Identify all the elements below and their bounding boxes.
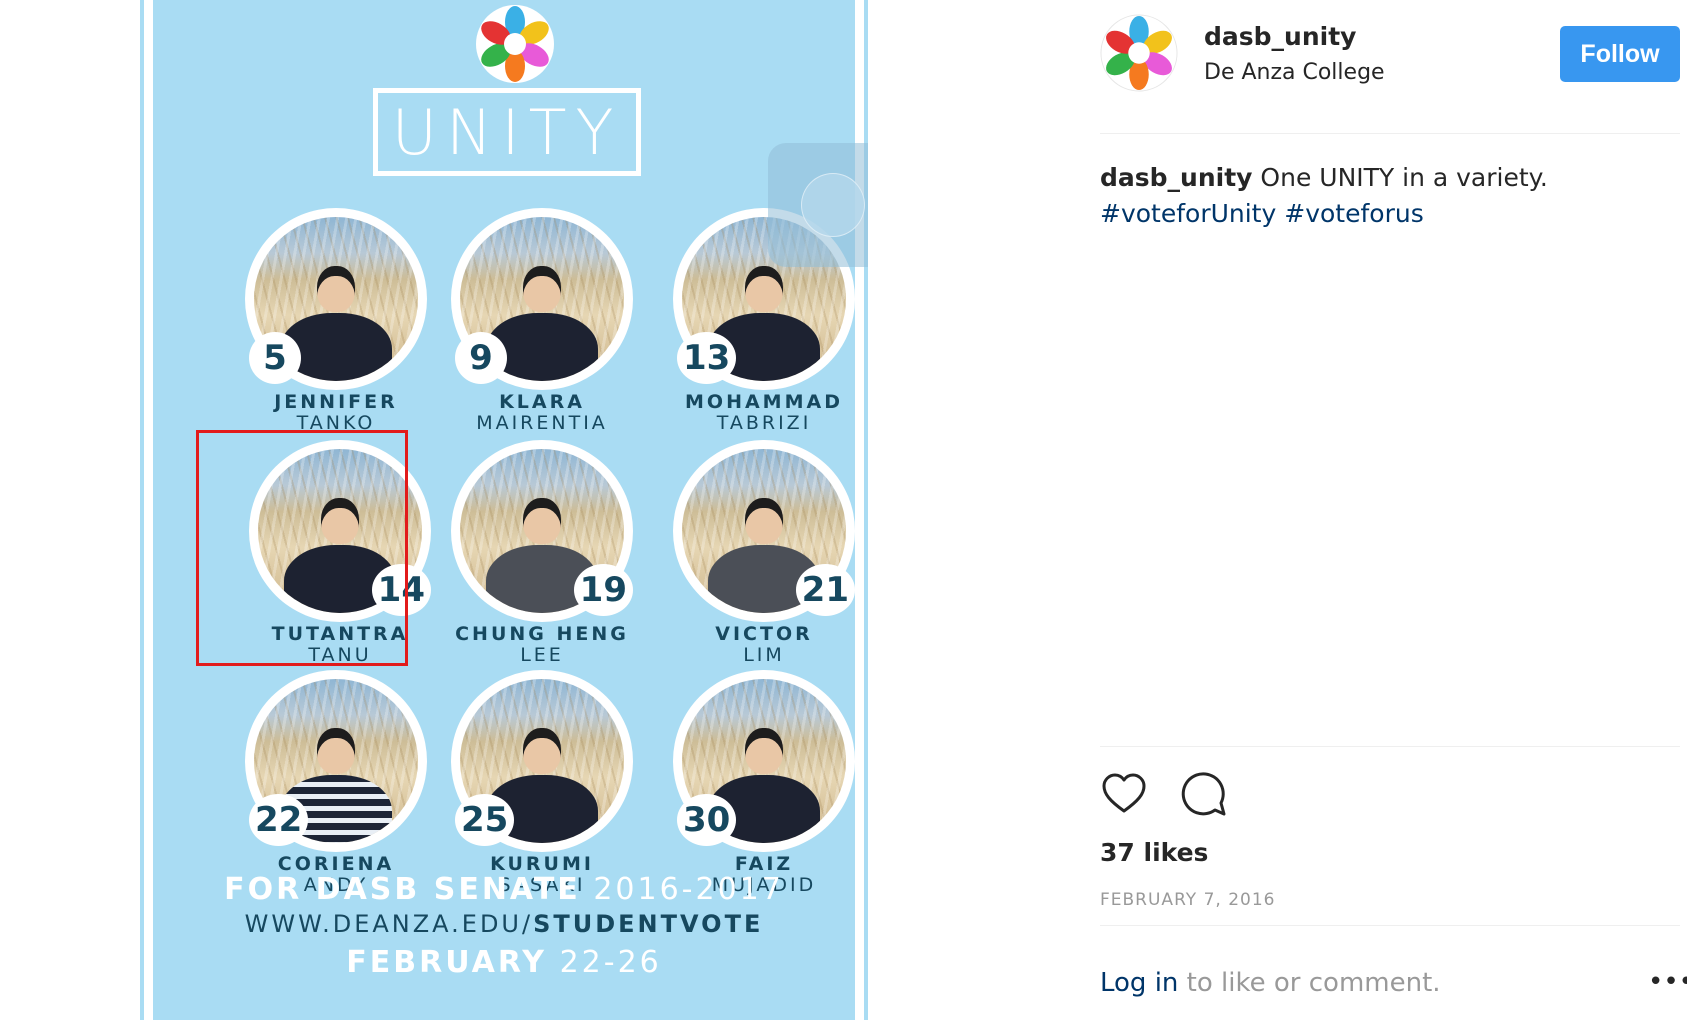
candidate-first-name: CHUNG HENG — [455, 623, 629, 645]
candidate-first-name: KLARA — [499, 391, 585, 413]
poster-footer-dates: FEBRUARY 22-26 — [346, 945, 662, 980]
candidate-card: 19 CHUNG HENG LEE — [442, 440, 642, 665]
more-options-icon[interactable]: ••• — [1648, 969, 1687, 995]
candidate-first-name: VICTOR — [715, 623, 813, 645]
candidate-last-name: LIM — [743, 644, 785, 666]
divider — [1100, 133, 1680, 134]
candidate-first-name: MOHAMMAD — [685, 391, 843, 413]
caption-username-link[interactable]: dasb_unity — [1100, 163, 1252, 192]
candidate-card: 5 JENNIFER TANKO — [236, 208, 436, 433]
divider — [1100, 746, 1680, 747]
post-date: FEBRUARY 7, 2016 — [1100, 890, 1276, 910]
candidate-first-name: JENNIFER — [274, 391, 398, 413]
carousel-next-icon — [801, 173, 865, 237]
candidate-photo: 19 — [451, 440, 633, 622]
candidate-last-name: TABRIZI — [716, 412, 812, 434]
candidate-photo: 9 — [451, 208, 633, 390]
divider — [1100, 925, 1680, 926]
candidate-number: 5 — [249, 332, 301, 384]
poster-title: UNITY — [373, 88, 641, 176]
likes-count[interactable]: 37 likes — [1100, 838, 1208, 867]
candidate-number: 9 — [455, 332, 507, 384]
candidate-card: 25 KURUMI SASAKI — [442, 670, 642, 895]
post-sidebar: dasb_unity De Anza College Follow dasb_u… — [1100, 0, 1687, 1020]
location-link[interactable]: De Anza College — [1204, 60, 1385, 85]
candidate-photo: 30 — [673, 670, 855, 852]
candidate-number: 30 — [677, 794, 737, 846]
poster-frame-left — [144, 0, 153, 1020]
candidate-photo: 5 — [245, 208, 427, 390]
candidate-photo: 25 — [451, 670, 633, 852]
candidate-number: 19 — [573, 564, 633, 616]
candidate-photo: 22 — [245, 670, 427, 852]
highlight-box — [196, 430, 408, 666]
hashtag-link[interactable]: #voteforus — [1284, 199, 1423, 228]
avatar[interactable] — [1100, 14, 1178, 92]
candidate-number: 13 — [677, 332, 737, 384]
candidate-card: 9 KLARA MAIRENTIA — [442, 208, 642, 433]
caption-text: One UNITY in a variety. — [1252, 163, 1548, 192]
username-link[interactable]: dasb_unity — [1204, 22, 1356, 51]
candidate-number: 22 — [249, 794, 309, 846]
follow-button[interactable]: Follow — [1560, 26, 1680, 82]
candidate-card: 21 VICTOR LIM — [664, 440, 864, 665]
carousel-next-button[interactable] — [768, 143, 868, 267]
heart-icon[interactable] — [1100, 770, 1148, 818]
candidate-number: 25 — [455, 794, 515, 846]
login-prompt: Log in to like or comment. — [1100, 968, 1441, 998]
candidate-card: 30 FAIZ MUJADID — [664, 670, 864, 895]
unity-logo — [476, 5, 554, 83]
candidate-card: 22 CORIENA ANDY — [236, 670, 436, 895]
hashtag-link[interactable]: #voteforUnity — [1100, 199, 1276, 228]
candidate-last-name: LEE — [520, 644, 564, 666]
candidate-number: 21 — [795, 564, 855, 616]
login-link[interactable]: Log in — [1100, 968, 1178, 998]
candidate-photo: 21 — [673, 440, 855, 622]
poster-footer-senate: FOR DASB SENATE 2016-2017 — [224, 872, 784, 907]
poster-footer-url: WWW.DEANZA.EDU/STUDENTVOTE — [244, 910, 764, 938]
post-caption: dasb_unity One UNITY in a variety. #vote… — [1100, 160, 1680, 232]
candidate-last-name: MAIRENTIA — [476, 412, 608, 434]
comment-icon[interactable] — [1180, 770, 1228, 818]
